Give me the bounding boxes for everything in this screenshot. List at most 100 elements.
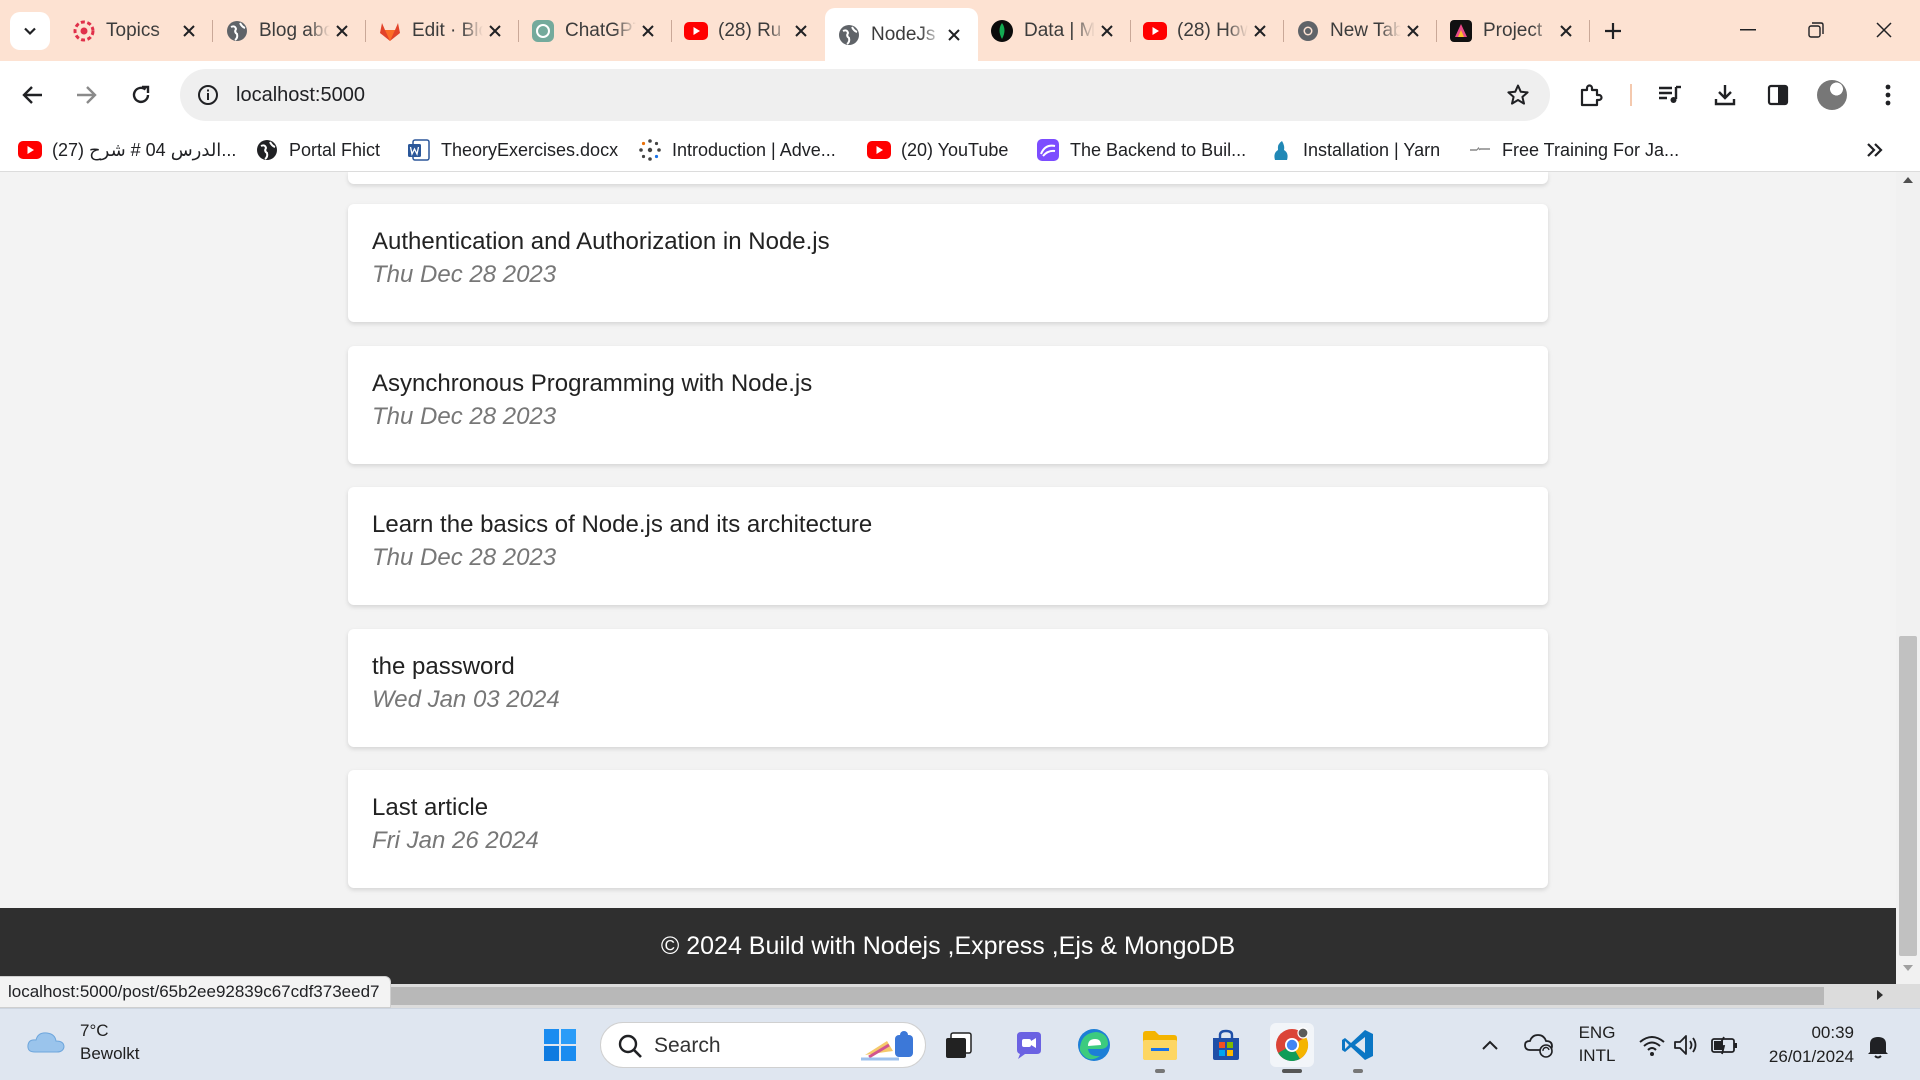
appwrite-icon — [1036, 138, 1060, 162]
bookmark-label: (20) YouTube — [901, 139, 1009, 160]
tab[interactable]: Data | Mo — [978, 8, 1131, 54]
tab[interactable]: New Tab — [1284, 8, 1437, 54]
bookmark-item[interactable]: TheoryExercises.docx — [407, 129, 618, 171]
close-icon[interactable] — [1095, 19, 1119, 43]
bookmark-item[interactable]: Installation | Yarn — [1269, 129, 1440, 171]
tab[interactable]: ChatGPT — [519, 8, 672, 54]
tab-strip: Topics Blog about Edit · Blog ChatGPT — [0, 0, 1920, 61]
close-icon[interactable] — [789, 19, 813, 43]
reload-button[interactable] — [123, 77, 159, 113]
bookmark-item[interactable]: Portal Fhict — [255, 129, 380, 171]
bookmark-item[interactable]: (27) الدرس 04 # شرح... — [18, 129, 236, 171]
post-card[interactable]: Last article Fri Jan 26 2024 — [348, 770, 1548, 888]
browser-menu-button[interactable] — [1870, 77, 1906, 113]
volume-tray-button[interactable] — [1672, 1031, 1700, 1059]
microsoft-store-button[interactable] — [1204, 1023, 1248, 1067]
post-card[interactable]: Learn the basics of Node.js and its arch… — [348, 487, 1548, 605]
close-icon[interactable] — [636, 19, 660, 43]
post-title[interactable]: Last article — [372, 792, 1524, 824]
youtube-icon — [18, 138, 42, 162]
battery-tray-button[interactable] — [1710, 1031, 1740, 1059]
teams-chat-button[interactable] — [1007, 1023, 1051, 1067]
post-card[interactable]: the password Wed Jan 03 2024 — [348, 629, 1548, 747]
extensions-button[interactable] — [1573, 77, 1609, 113]
language-indicator[interactable]: ENG INTL — [1572, 1021, 1622, 1067]
task-view-button[interactable] — [937, 1023, 981, 1067]
close-icon[interactable] — [1401, 19, 1425, 43]
url-text[interactable]: localhost:5000 — [236, 69, 365, 121]
media-controls-button[interactable] — [1652, 77, 1688, 113]
toolbar-separator — [1630, 84, 1632, 106]
post-card-partial[interactable] — [348, 172, 1548, 184]
tab-active[interactable]: NodeJs — [825, 8, 978, 61]
chrome-taskbar-button[interactable] — [1270, 1023, 1314, 1073]
globe-icon — [837, 23, 861, 47]
tab[interactable]: (28) Ru — [672, 8, 825, 54]
taskbar-search[interactable]: Search — [600, 1022, 926, 1068]
post-title[interactable]: Authentication and Authorization in Node… — [372, 226, 1524, 258]
close-icon[interactable] — [1554, 19, 1578, 43]
bookmark-label: Free Training For Ja... — [1502, 139, 1680, 160]
tab-search-button[interactable] — [10, 12, 50, 50]
clock[interactable]: 00:39 26/01/2024 — [1754, 1021, 1854, 1069]
network-tray-button[interactable] — [1638, 1031, 1666, 1059]
arrow-left-icon — [22, 86, 42, 104]
back-button[interactable] — [15, 77, 51, 113]
bookmark-item[interactable]: Introduction | Adve... — [638, 129, 836, 171]
post-title[interactable]: Asynchronous Programming with Node.js — [372, 368, 1524, 400]
post-title[interactable]: the password — [372, 651, 1524, 683]
vscode-button[interactable] — [1336, 1023, 1380, 1073]
more-bookmarks-button[interactable] — [1858, 133, 1892, 167]
bookmark-item[interactable]: (20) YouTube — [867, 129, 1008, 171]
bookmark-item[interactable]: The Backend to Buil... — [1036, 129, 1246, 171]
post-card[interactable]: Asynchronous Programming with Node.js Th… — [348, 346, 1548, 464]
link-status-bubble: localhost:5000/post/65b2ee92839c67cdf373… — [0, 976, 391, 1008]
edge-button[interactable] — [1072, 1023, 1116, 1067]
close-icon[interactable] — [177, 19, 201, 43]
page-content: Authentication and Authorization in Node… — [0, 172, 1896, 984]
close-window-button[interactable] — [1852, 8, 1916, 52]
restore-button[interactable] — [1784, 8, 1848, 52]
notifications-button[interactable] — [1864, 1031, 1892, 1061]
site-info-icon[interactable] — [194, 81, 222, 109]
vertical-scrollbar[interactable] — [1896, 172, 1920, 984]
post-card[interactable]: Authentication and Authorization in Node… — [348, 204, 1548, 322]
forward-button[interactable] — [68, 77, 104, 113]
tab-title: Project — [1483, 20, 1543, 41]
close-icon[interactable] — [1248, 19, 1272, 43]
onedrive-tray-button[interactable] — [1524, 1031, 1554, 1059]
chat-icon — [1017, 1032, 1041, 1059]
weather-widget[interactable]: 7°C Bewolkt — [26, 1019, 140, 1065]
close-icon[interactable] — [942, 23, 966, 47]
new-tab-button[interactable] — [1596, 14, 1630, 48]
bookmark-star-icon[interactable] — [1504, 81, 1532, 109]
tab[interactable]: Project — [1437, 8, 1590, 54]
plus-icon — [1605, 23, 1621, 39]
close-icon[interactable] — [330, 19, 354, 43]
tab[interactable]: Blog about — [213, 8, 366, 54]
show-hidden-icons-button[interactable] — [1478, 1033, 1502, 1057]
gear-red-icon — [72, 19, 96, 43]
close-icon[interactable] — [483, 19, 507, 43]
post-title[interactable]: Learn the basics of Node.js and its arch… — [372, 509, 1524, 541]
start-button[interactable] — [538, 1023, 582, 1067]
scroll-right-icon[interactable] — [1876, 989, 1884, 1001]
minimize-button[interactable] — [1716, 8, 1780, 52]
profile-avatar[interactable] — [1817, 80, 1847, 110]
bookmark-item[interactable]: Free Training For Ja... — [1468, 129, 1679, 171]
tab-title: Data | Mo — [1024, 20, 1095, 41]
downloads-button[interactable] — [1707, 77, 1743, 113]
address-bar[interactable]: localhost:5000 — [180, 69, 1550, 121]
tab[interactable]: (28) How — [1131, 8, 1284, 54]
side-panel-icon — [1767, 84, 1789, 106]
tab[interactable]: Topics — [60, 8, 213, 54]
scroll-up-icon[interactable] — [1902, 176, 1914, 184]
file-explorer-button[interactable] — [1138, 1023, 1182, 1073]
side-panel-button[interactable] — [1760, 77, 1796, 113]
gitlab-icon — [378, 19, 402, 43]
tab[interactable]: Edit · Blog — [366, 8, 519, 54]
scrollbar-thumb[interactable] — [1899, 636, 1917, 956]
globe-icon — [225, 19, 249, 43]
post-date: Thu Dec 28 2023 — [372, 403, 557, 430]
scroll-down-icon[interactable] — [1902, 964, 1914, 972]
